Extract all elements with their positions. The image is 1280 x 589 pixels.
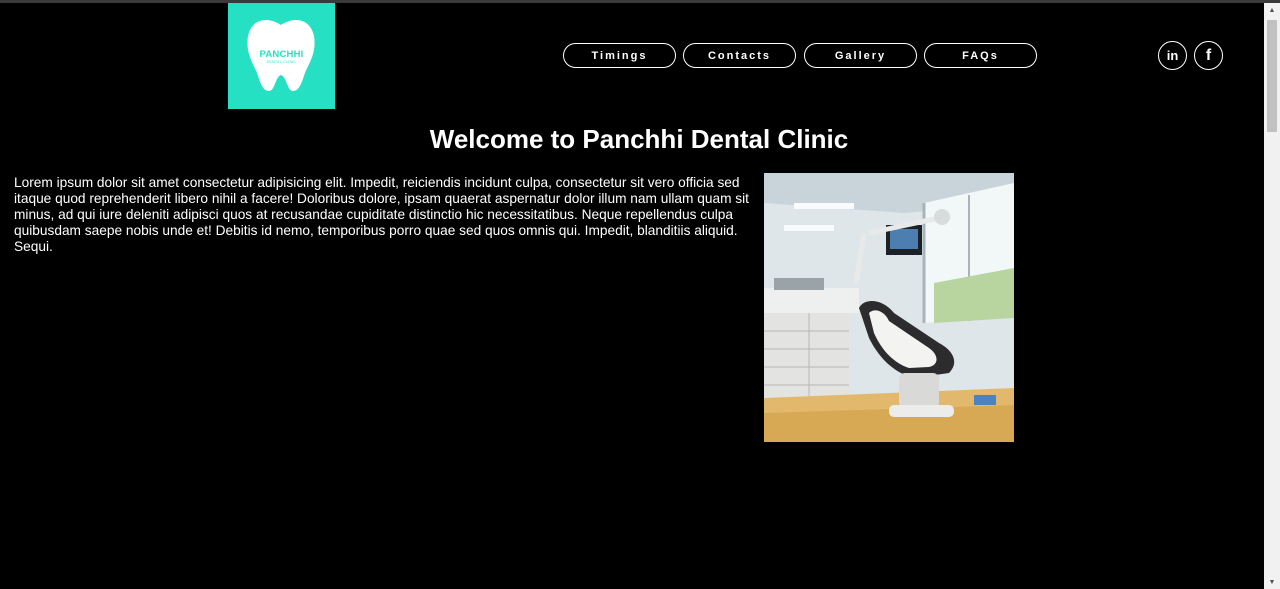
nav-faqs-button[interactable]: FAQs: [924, 43, 1037, 68]
scroll-down-icon[interactable]: ▼: [1264, 575, 1280, 589]
linkedin-glyph: in: [1166, 48, 1179, 63]
nav-timings-button[interactable]: Timings: [563, 43, 676, 68]
vertical-scrollbar[interactable]: ▲ ▼: [1264, 3, 1280, 589]
nav-contacts-button[interactable]: Contacts: [683, 43, 796, 68]
scroll-thumb[interactable]: [1267, 20, 1277, 132]
linkedin-icon[interactable]: in: [1158, 41, 1187, 70]
scroll-up-icon[interactable]: ▲: [1264, 3, 1280, 17]
facebook-icon[interactable]: f: [1194, 41, 1223, 70]
clinic-photo: [764, 173, 1014, 442]
logo-tagline: DENTAL CLINIC: [266, 60, 297, 64]
intro-paragraph: Lorem ipsum dolor sit amet consectetur a…: [14, 175, 749, 254]
clinic-logo[interactable]: PANCHHI DENTAL CLINIC: [228, 3, 335, 109]
nav-gallery-button[interactable]: Gallery: [804, 43, 917, 68]
page: PANCHHI DENTAL CLINIC Timings Contacts G…: [0, 0, 1264, 589]
facebook-glyph: f: [1205, 46, 1212, 64]
page-title: Welcome to Panchhi Dental Clinic: [429, 124, 849, 154]
logo-name: PANCHHI: [259, 49, 304, 60]
